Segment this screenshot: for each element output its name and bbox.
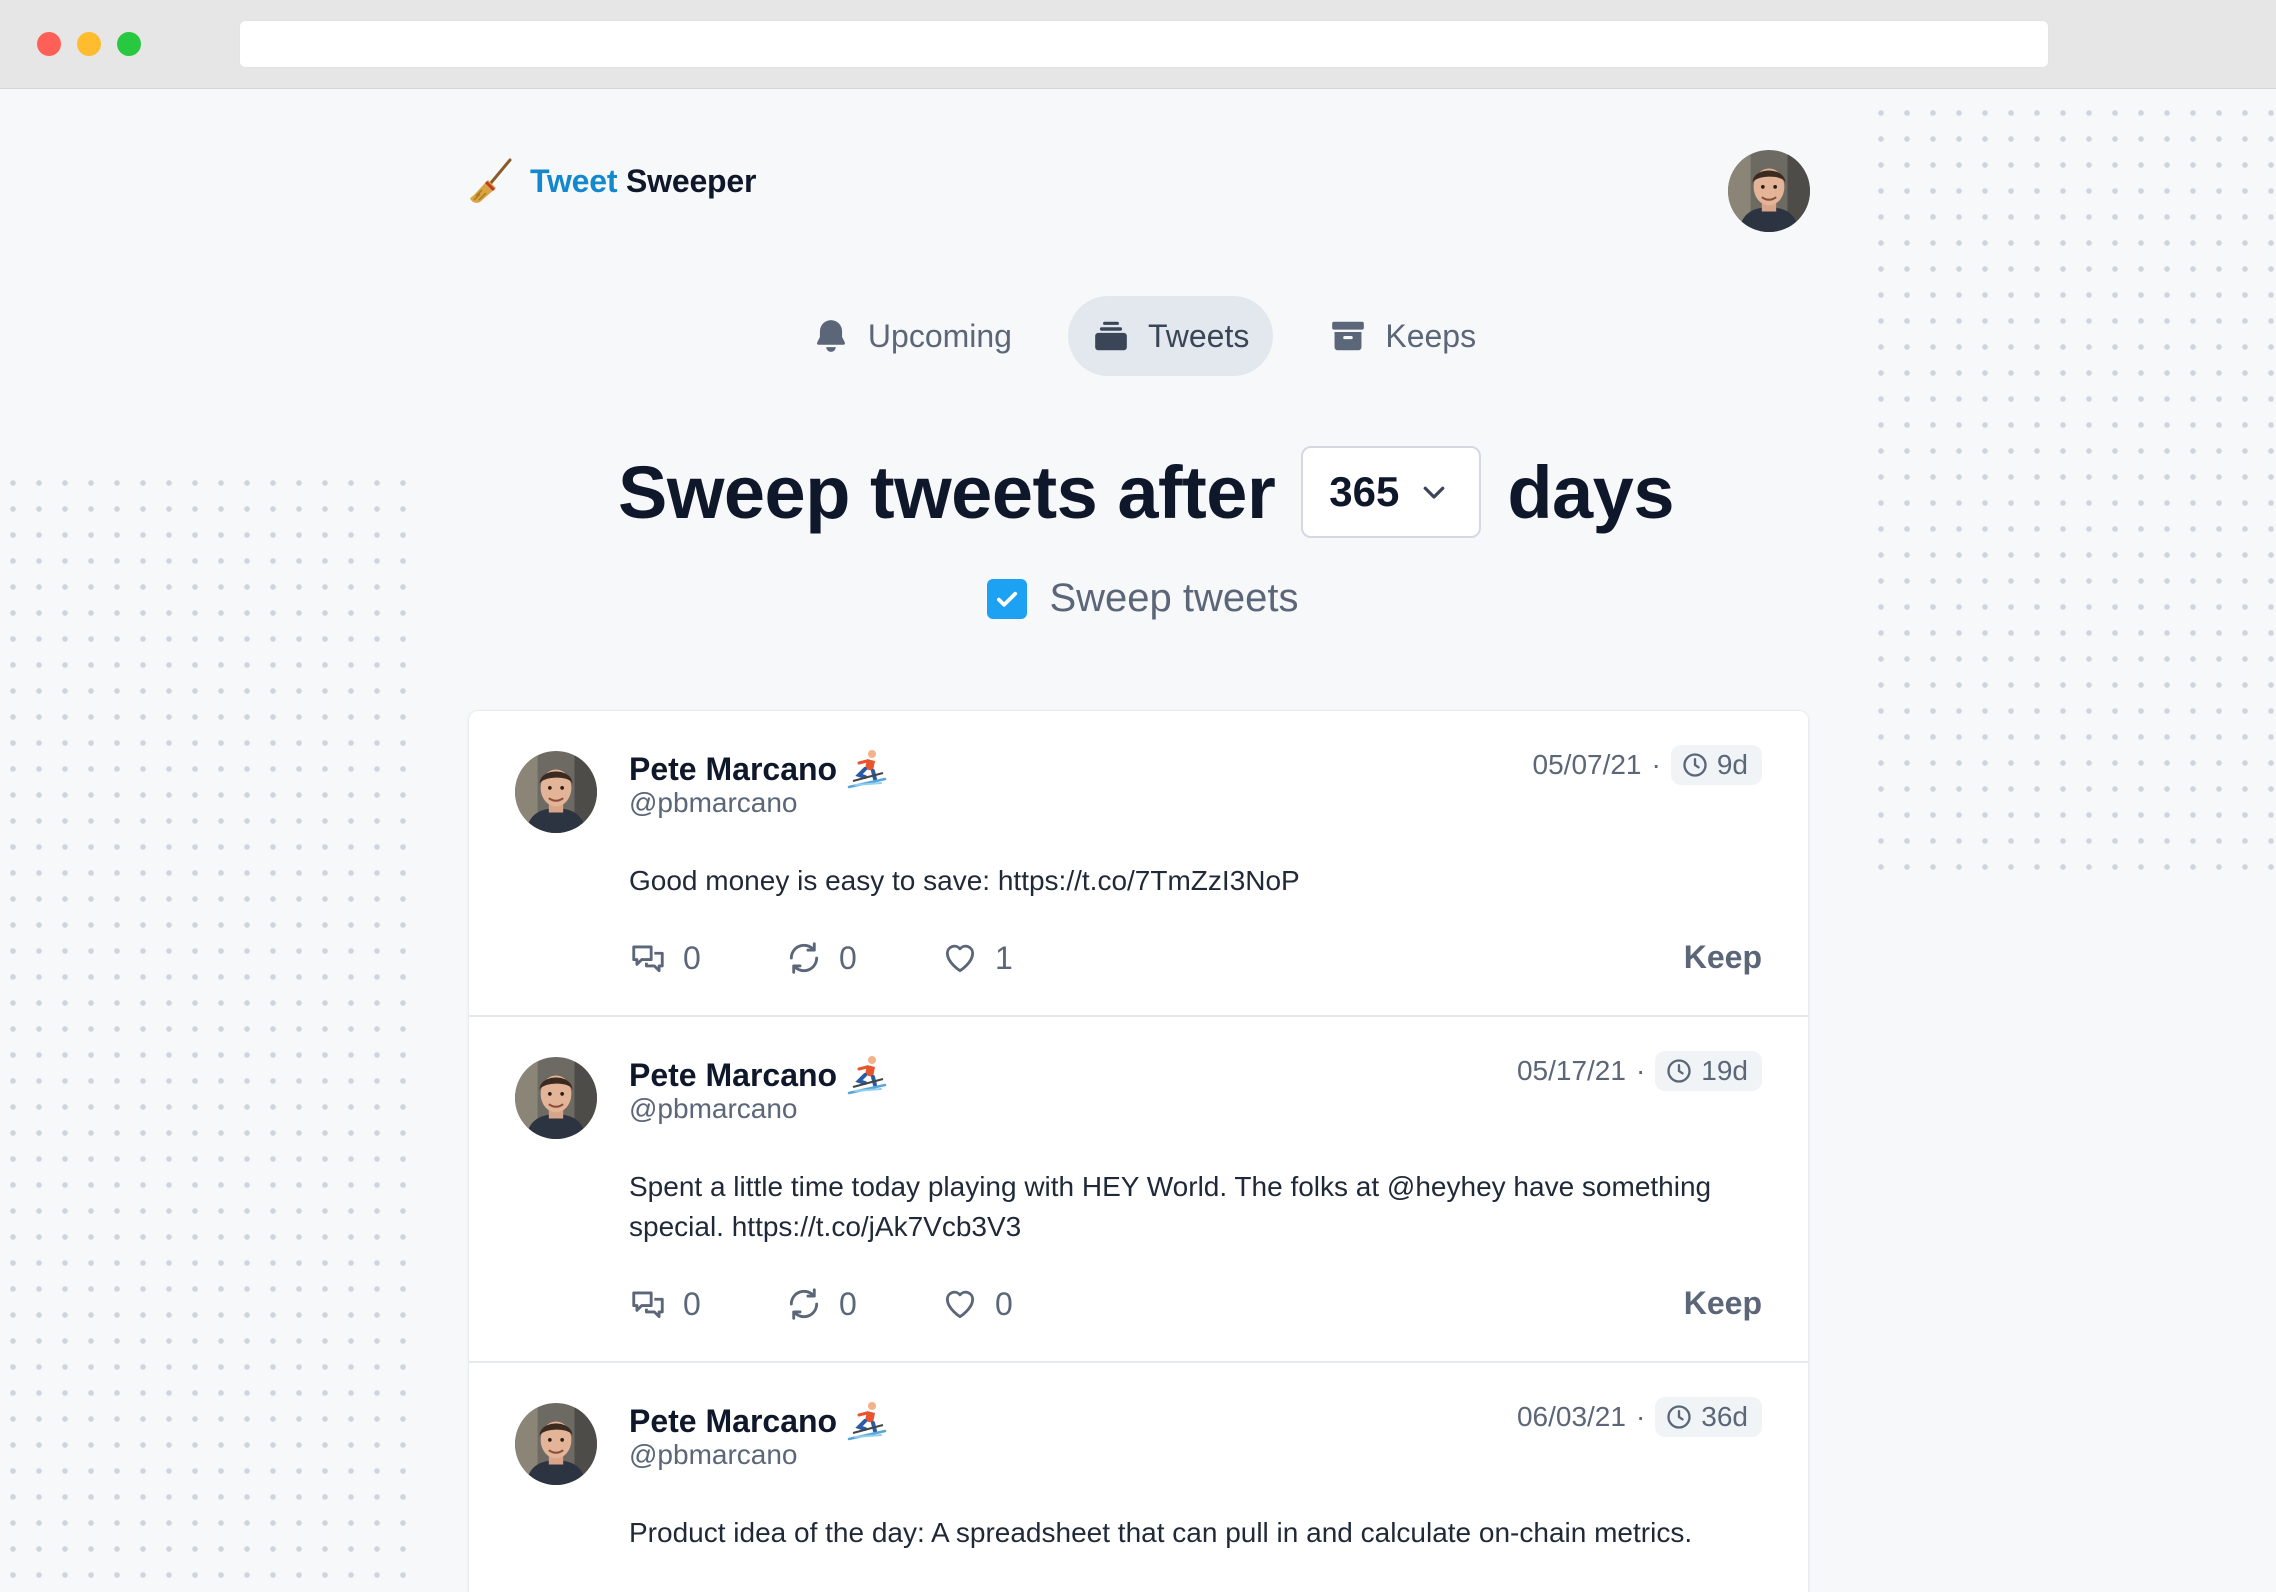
sweep-toggle-row: Sweep tweets: [0, 576, 2276, 621]
address-bar[interactable]: [239, 20, 2049, 68]
tweet-meta: 06/03/21 · 36d: [1517, 1397, 1762, 1437]
author-handle: @pbmarcano: [629, 787, 798, 818]
meta-separator: ·: [1635, 1055, 1646, 1086]
checkbox-label[interactable]: Sweep tweets: [1049, 576, 1298, 621]
sweep-heading: Sweep tweets after 365 days: [0, 446, 2276, 538]
meta-separator: ·: [1651, 749, 1661, 780]
tab-label: Upcoming: [867, 317, 1012, 354]
heart-icon: [945, 944, 975, 973]
heading-suffix: days: [1507, 450, 1674, 534]
dot-pattern-decoration: [0, 470, 410, 1592]
reply-count[interactable]: 0: [629, 939, 785, 977]
age-badge: 9d: [1670, 745, 1762, 785]
tweet-avatar[interactable]: [515, 1057, 597, 1139]
tweet-date: 05/17/21: [1516, 1055, 1626, 1086]
reply-value: 0: [683, 939, 701, 976]
retweet-value: 0: [839, 939, 857, 976]
author-handle: @pbmarcano: [629, 1093, 798, 1124]
chevron-down-icon: [1423, 486, 1445, 499]
author-name: Pete Marcano: [629, 1056, 838, 1093]
tweet-date: 06/03/21: [1516, 1401, 1626, 1432]
keep-button[interactable]: Keep: [1684, 1285, 1762, 1322]
tweet-meta: 05/07/21 · 9d: [1533, 745, 1762, 785]
days-select[interactable]: 365: [1301, 446, 1482, 538]
like-value: 1: [995, 939, 1013, 976]
tweet-item: Pete Marcano @pbmarcano 05/07/21 · 9d Go…: [469, 711, 1808, 1017]
heading-prefix: Sweep tweets after: [617, 450, 1276, 534]
days-value: 365: [1329, 468, 1400, 515]
retweet-icon: [789, 1288, 819, 1320]
archive-icon: [1332, 321, 1365, 351]
tweet-meta: 05/17/21 · 19d: [1517, 1051, 1762, 1091]
main-nav: Upcoming Tweets Keeps: [0, 296, 2276, 376]
like-value: 0: [995, 1285, 1013, 1322]
reply-icon: [632, 945, 664, 973]
retweet-value: 0: [839, 1285, 857, 1322]
author-handle: @pbmarcano: [629, 1439, 798, 1470]
inbox-stack-icon: [1095, 321, 1127, 351]
browser-chrome: [0, 0, 2276, 89]
age-value: 19d: [1701, 1055, 1748, 1086]
keep-button[interactable]: Keep: [1684, 939, 1762, 976]
age-badge: 36d: [1655, 1397, 1762, 1437]
tab-keeps[interactable]: Keeps: [1305, 296, 1500, 376]
broom-icon: [470, 158, 512, 203]
like-count[interactable]: 1: [941, 939, 1097, 977]
checkmark-icon: [997, 591, 1018, 607]
reply-icon: [632, 1291, 664, 1319]
brand-word-sweeper: Sweeper: [626, 162, 757, 199]
tweet-author: Pete Marcano: [629, 747, 889, 791]
age-value: 36d: [1701, 1401, 1748, 1432]
maximize-window-button[interactable]: [117, 32, 141, 56]
reply-value: 0: [683, 1285, 701, 1322]
retweet-icon: [789, 942, 819, 974]
meta-separator: ·: [1635, 1401, 1646, 1432]
heart-icon: [945, 1290, 975, 1319]
tweet-avatar[interactable]: [515, 1403, 597, 1485]
tweet-item: Pete Marcano @pbmarcano 06/03/21 · 36d P…: [469, 1363, 1808, 1592]
tweet-date: 05/07/21: [1532, 749, 1642, 780]
tweet-avatar[interactable]: [515, 751, 597, 833]
clock-icon: [1667, 1405, 1691, 1429]
tweet-author: Pete Marcano: [629, 1399, 889, 1443]
tweet-text: Product idea of the day: A spreadsheet t…: [629, 1517, 1693, 1548]
like-count[interactable]: 0: [941, 1285, 1097, 1323]
tab-upcoming[interactable]: Upcoming: [788, 296, 1036, 376]
tab-label: Keeps: [1385, 317, 1477, 354]
tweet-item: Pete Marcano @pbmarcano 05/17/21 · 19d S…: [469, 1017, 1808, 1363]
tweet-text: Spent a little time today playing with H…: [629, 1171, 1712, 1242]
tweet-actions: 0 0 0: [629, 1285, 1097, 1323]
minimize-window-button[interactable]: [77, 32, 101, 56]
author-name: Pete Marcano: [629, 1402, 838, 1439]
brand-logo[interactable]: Tweet Sweeper: [466, 156, 756, 206]
sweep-tweets-checkbox[interactable]: [987, 578, 1028, 619]
brand-name: Tweet Sweeper: [530, 163, 756, 200]
retweet-count[interactable]: 0: [785, 939, 941, 977]
author-name: Pete Marcano: [629, 750, 838, 787]
close-window-button[interactable]: [37, 32, 61, 56]
bell-icon: [816, 320, 845, 352]
user-avatar[interactable]: [1728, 150, 1810, 232]
tweet-list: Pete Marcano @pbmarcano 05/07/21 · 9d Go…: [468, 710, 1809, 1592]
age-value: 9d: [1716, 749, 1748, 780]
skier-emoji-icon: [847, 748, 888, 789]
tab-label: Tweets: [1147, 317, 1250, 354]
clock-icon: [1683, 753, 1707, 777]
tab-tweets[interactable]: Tweets: [1067, 296, 1274, 376]
age-badge: 19d: [1655, 1051, 1762, 1091]
skier-emoji-icon: [847, 1400, 888, 1441]
reply-count[interactable]: 0: [629, 1285, 785, 1323]
tweet-actions: 0 0 1: [629, 939, 1097, 977]
retweet-count[interactable]: 0: [785, 1285, 941, 1323]
tweet-author: Pete Marcano: [629, 1053, 889, 1097]
skier-emoji-icon: [847, 1054, 888, 1095]
brand-word-tweet: Tweet: [530, 162, 618, 199]
clock-icon: [1667, 1059, 1691, 1083]
tweet-text: Good money is easy to save: https://t.co…: [629, 865, 1300, 896]
